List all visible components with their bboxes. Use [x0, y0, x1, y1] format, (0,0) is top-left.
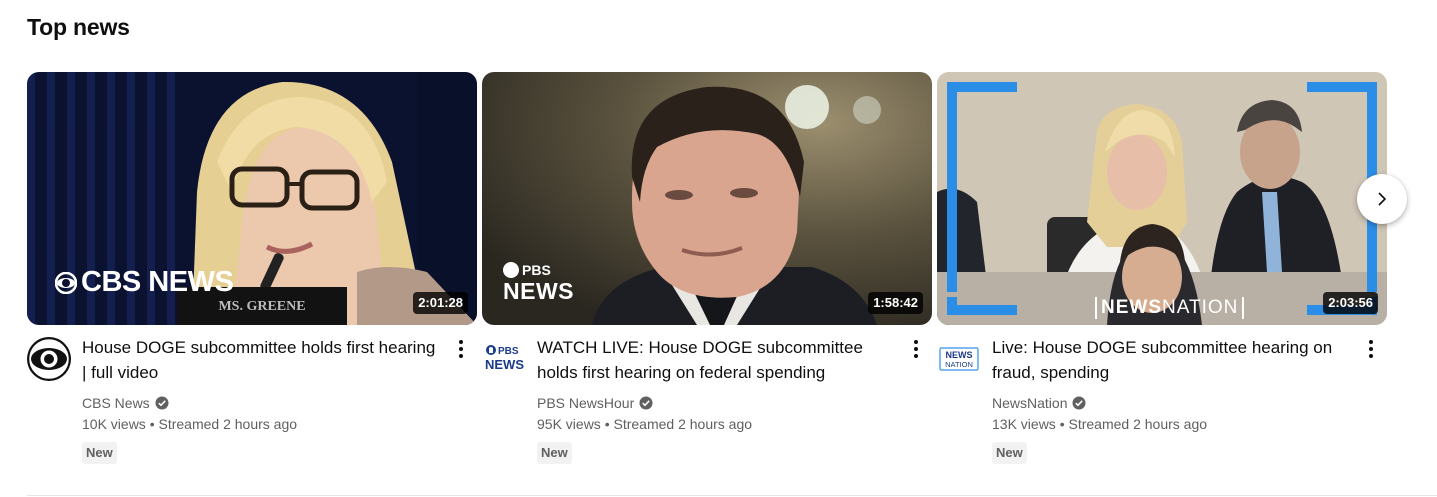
stats-separator: • [1059, 416, 1069, 432]
video-thumbnail[interactable]: PBS NEWS 1:58:42 [482, 72, 932, 325]
video-title[interactable]: WATCH LIVE: House DOGE subcommittee hold… [537, 335, 897, 385]
pbs-news-logo-icon: PBS NEWS [482, 337, 526, 381]
channel-name-row[interactable]: PBS NewsHour [537, 393, 897, 413]
stats-separator: • [149, 416, 159, 432]
video-title[interactable]: Live: House DOGE subcommittee hearing on… [992, 335, 1352, 385]
video-thumbnail[interactable]: NEWSNATION 2:03:56 [937, 72, 1387, 325]
shelf-next-button[interactable] [1357, 174, 1407, 224]
cbs-news-watermark: CBS NEWS [55, 266, 234, 299]
channel-name: PBS NewsHour [537, 395, 635, 411]
pbs-watermark-top: PBS [522, 262, 551, 278]
nn-watermark-light: NATION [1162, 297, 1239, 318]
pbs-head-icon [503, 262, 519, 278]
channel-name: CBS News [82, 395, 150, 411]
view-count: 13K views [992, 416, 1056, 432]
new-badge: New [82, 442, 117, 464]
video-card: MS. GREENE CBS NEWS 2:01:28 House DOGE s… [27, 72, 477, 475]
view-count: 95K views [537, 416, 601, 432]
video-thumbnail[interactable]: MS. GREENE CBS NEWS 2:01:28 [27, 72, 477, 325]
section-divider [27, 495, 1437, 496]
stream-age: Streamed 2 hours ago [1068, 416, 1208, 432]
channel-avatar-pbs[interactable]: PBS NEWS [482, 337, 526, 381]
three-dots-vertical-icon [459, 340, 463, 358]
stats-separator: • [604, 416, 614, 432]
svg-text:PBS: PBS [498, 346, 519, 357]
stream-age: Streamed 2 hours ago [158, 416, 298, 432]
video-stats: 10K views • Streamed 2 hours ago [82, 413, 442, 435]
svg-text:NEWS: NEWS [485, 357, 524, 372]
stream-age: Streamed 2 hours ago [613, 416, 753, 432]
video-menu-button[interactable] [1359, 337, 1383, 361]
cbs-watermark-text: CBS NEWS [81, 266, 234, 298]
chevron-right-icon [1378, 192, 1387, 206]
view-count: 10K views [82, 416, 146, 432]
video-stats: 13K views • Streamed 2 hours ago [992, 413, 1352, 435]
verified-check-icon [1072, 396, 1086, 410]
pbs-news-watermark: PBS NEWS [503, 262, 574, 303]
shelf-title: Top news [27, 14, 130, 40]
duration-badge: 1:58:42 [868, 292, 923, 314]
channel-avatar-newsnation[interactable]: NEWS NATION [937, 337, 981, 381]
channel-name-row[interactable]: NewsNation [992, 393, 1352, 413]
duration-badge: 2:03:56 [1323, 292, 1378, 314]
new-badge: New [537, 442, 572, 464]
pbs-watermark-bottom: NEWS [503, 278, 574, 304]
cbs-eye-logo-icon [27, 337, 71, 381]
verified-check-icon [639, 396, 653, 410]
newsnation-logo-icon: NEWS NATION [937, 337, 981, 381]
video-menu-button[interactable] [449, 337, 473, 361]
channel-name: NewsNation [992, 395, 1068, 411]
channel-avatar-cbs[interactable] [27, 337, 71, 381]
cbs-eye-icon [55, 271, 77, 294]
verified-check-icon [155, 396, 169, 410]
avatar-text-bottom: NATION [945, 360, 973, 369]
video-title[interactable]: House DOGE subcommittee holds first hear… [82, 335, 442, 385]
nameplate-text: MS. GREENE [218, 299, 305, 314]
video-card: NEWSNATION 2:03:56 NEWS NATION Live: Hou… [937, 72, 1387, 475]
video-menu-button[interactable] [904, 337, 928, 361]
video-stats: 95K views • Streamed 2 hours ago [537, 413, 897, 435]
avatar-text-top: NEWS [946, 350, 973, 360]
video-card: PBS NEWS 1:58:42 PBS NEWS WATCH LIVE: Ho… [482, 72, 932, 475]
newsnation-watermark: NEWSNATION [1095, 297, 1245, 319]
duration-badge: 2:01:28 [413, 292, 468, 314]
thumbnail-image [937, 72, 1387, 325]
three-dots-vertical-icon [1369, 340, 1373, 358]
new-badge: New [992, 442, 1027, 464]
nn-watermark-bold: NEWS [1101, 297, 1162, 318]
channel-name-row[interactable]: CBS News [82, 393, 442, 413]
three-dots-vertical-icon [914, 340, 918, 358]
